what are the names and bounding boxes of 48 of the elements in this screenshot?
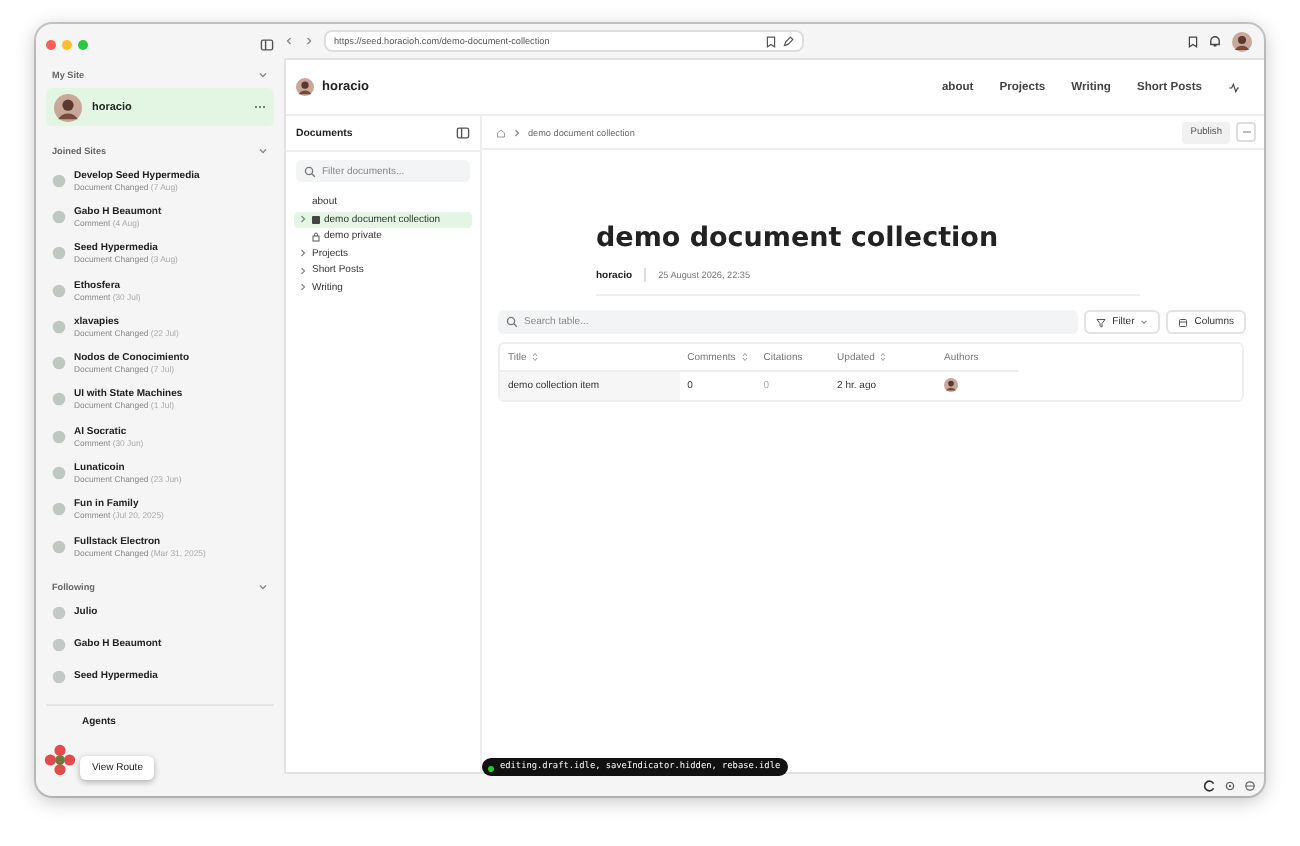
site-icon (52, 429, 66, 444)
site-icon (52, 539, 66, 554)
site-icon (52, 392, 66, 407)
columns-icon (1178, 317, 1189, 327)
site-icon (52, 173, 66, 188)
site-icon (52, 466, 66, 481)
site-icon (52, 283, 66, 298)
chevron-right-icon[interactable] (298, 214, 308, 225)
bell-icon[interactable] (1208, 34, 1222, 48)
chevron-down-icon (1140, 318, 1149, 326)
activity-icon[interactable] (1228, 81, 1240, 93)
pen-icon[interactable] (782, 35, 794, 47)
refresh-icon[interactable] (1204, 779, 1216, 791)
site-icon (52, 209, 66, 224)
chevron-down-icon[interactable] (258, 70, 268, 80)
site-icon (52, 246, 66, 261)
lock-icon (312, 231, 320, 242)
site-icon (52, 637, 66, 652)
site-icon (52, 605, 66, 620)
panel-toggle-icon[interactable] (456, 126, 470, 140)
grid-icon (312, 215, 320, 224)
search-icon (304, 165, 316, 177)
bookmark-icon[interactable] (1188, 35, 1198, 47)
sidebar-toggle-icon[interactable] (260, 37, 274, 51)
flower-logo-icon (44, 744, 76, 776)
site-icon (52, 356, 66, 371)
site-icon (52, 319, 66, 334)
site-icon (52, 502, 66, 517)
back-icon[interactable] (284, 36, 294, 46)
chevron-down-icon[interactable] (258, 146, 268, 156)
minus-icon (1241, 130, 1251, 134)
forward-icon[interactable] (304, 36, 314, 46)
bookmark-icon[interactable] (766, 35, 776, 47)
more-button[interactable] (1236, 122, 1256, 142)
document-title: demo document collection (596, 222, 1001, 254)
sort-icon[interactable] (532, 352, 539, 362)
chevron-down-icon[interactable] (258, 582, 268, 593)
sort-icon[interactable] (880, 352, 887, 362)
search-icon (506, 316, 518, 328)
site-icon (52, 669, 66, 684)
site-avatar (296, 78, 314, 96)
author-avatar (944, 377, 959, 391)
funnel-icon (1096, 317, 1107, 327)
site-avatar (54, 93, 82, 121)
home-icon[interactable] (496, 127, 506, 137)
sort-icon[interactable] (741, 352, 748, 362)
chevron-right-icon[interactable] (512, 127, 522, 137)
user-avatar (1232, 31, 1252, 51)
